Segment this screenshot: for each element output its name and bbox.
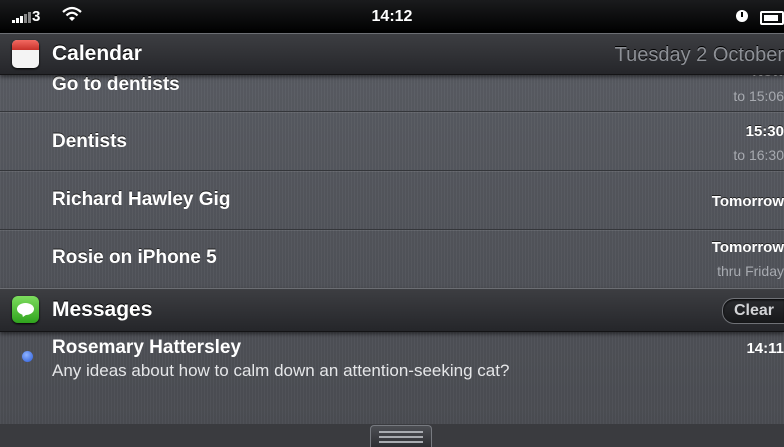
section-title: Messages (52, 298, 153, 321)
clear-button[interactable]: Clear (722, 298, 784, 324)
battery-icon (760, 11, 784, 25)
alarm-clock-icon (736, 10, 748, 22)
message-sender: Rosemary Hattersley (52, 337, 242, 358)
calendar-app-icon (12, 40, 39, 68)
date-label: Tuesday 2 October (614, 44, 784, 66)
message-notification[interactable]: Rosemary Hattersley 14:11 Any ideas abou… (0, 330, 784, 388)
calendar-event-row[interactable]: Richard Hawley Gig Tomorrow (0, 171, 784, 230)
event-end-time: thru Friday (717, 263, 784, 279)
notification-center: 3 14:12 Go to dentists Now to 15:06 Dent… (0, 0, 784, 447)
event-time: Tomorrow (711, 239, 784, 256)
calendar-event-row[interactable]: Rosie on iPhone 5 Tomorrow thru Friday (0, 230, 784, 288)
event-time: 15:30 (745, 123, 784, 140)
messages-section-header[interactable]: Messages Clear (0, 288, 784, 332)
calendar-event-row[interactable]: Dentists 15:30 to 16:30 (0, 112, 784, 171)
event-end-time: to 15:06 (733, 88, 784, 104)
status-bar: 3 14:12 (0, 0, 784, 33)
event-title: Go to dentists (52, 74, 180, 95)
messages-app-icon (12, 296, 39, 323)
event-title: Rosie on iPhone 5 (52, 247, 217, 268)
pull-handle[interactable] (370, 425, 432, 447)
clock-time: 14:12 (371, 8, 413, 25)
event-time: Tomorrow (711, 193, 784, 210)
message-time: 14:11 (746, 340, 784, 357)
event-title: Richard Hawley Gig (52, 189, 231, 210)
section-title: Calendar (52, 42, 142, 65)
message-body: Any ideas about how to calm down an atte… (52, 361, 510, 380)
event-end-time: to 16:30 (733, 147, 784, 163)
calendar-section-header[interactable]: Calendar Tuesday 2 October (0, 33, 784, 75)
clear-button-label: Clear (734, 302, 775, 319)
event-title: Dentists (52, 131, 127, 152)
unread-dot-icon (22, 351, 33, 362)
